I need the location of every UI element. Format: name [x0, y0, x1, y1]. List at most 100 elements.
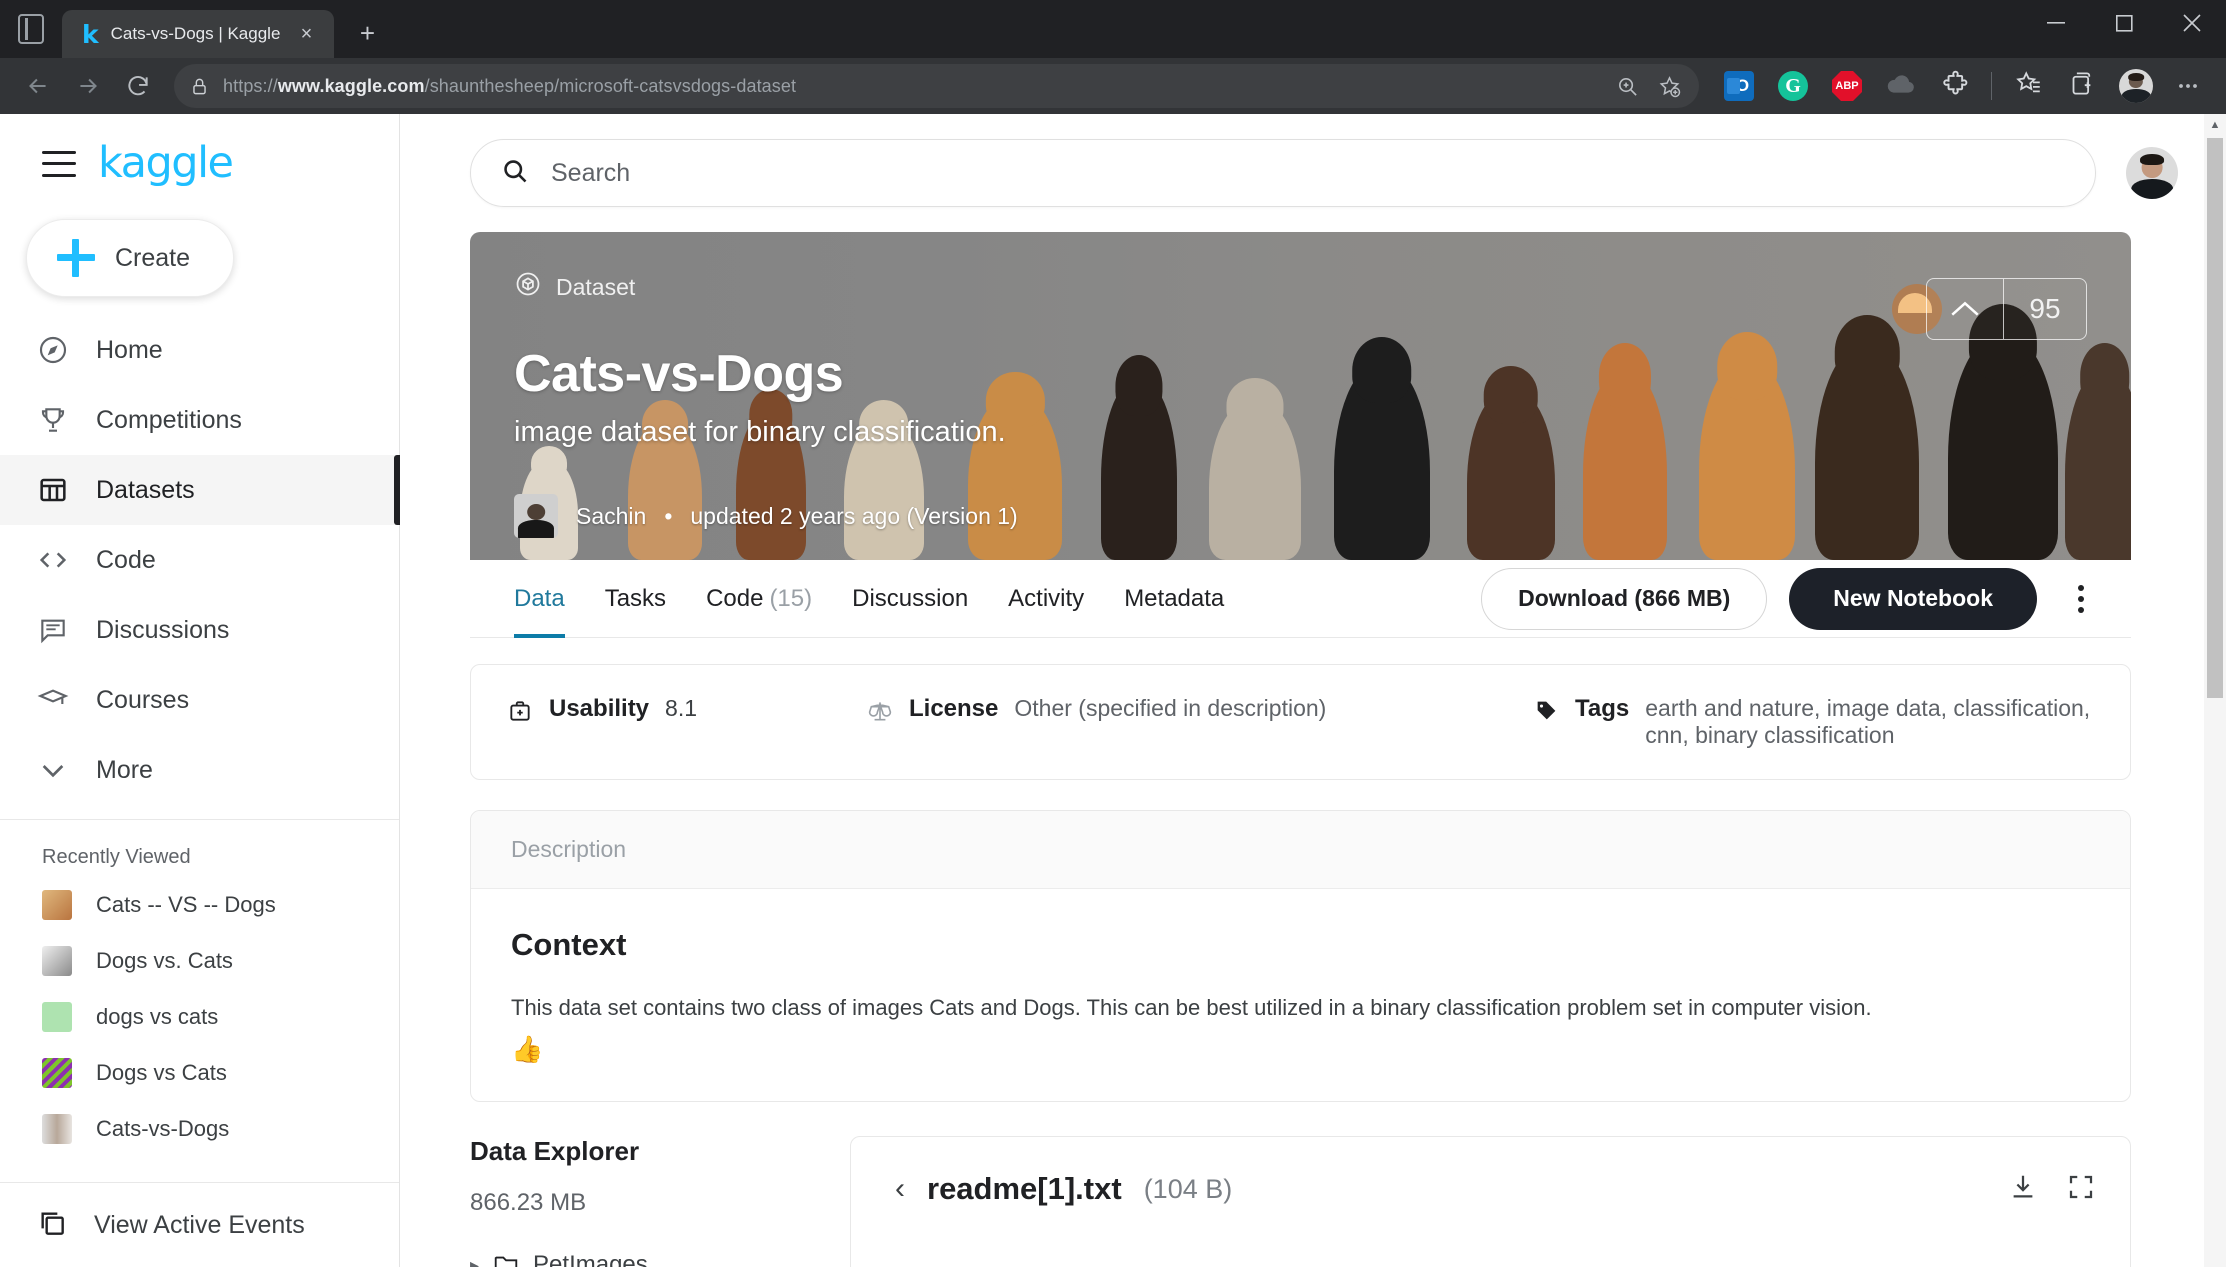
owner-name[interactable]: Sachin — [576, 503, 646, 530]
tab-title: Cats-vs-Dogs | Kaggle — [110, 24, 281, 43]
recent-thumbnail — [42, 1114, 72, 1144]
recent-item-label: Cats-vs-Dogs — [96, 1116, 230, 1141]
tab-tasks[interactable]: Tasks — [605, 560, 666, 638]
sidebar-header: kaggle — [0, 114, 399, 201]
hamburger-menu-icon[interactable] — [42, 150, 76, 177]
address-bar[interactable]: https://www.kaggle.com/shaunthesheep/mic… — [174, 64, 1699, 108]
search-placeholder: Search — [551, 158, 631, 187]
recent-thumbnail — [42, 946, 72, 976]
back-icon[interactable]: ‹ — [895, 1172, 905, 1206]
minimize-button[interactable] — [2022, 0, 2090, 46]
data-explorer-section: Data Explorer 866.23 MB ▸ PetImages ‹ re… — [470, 1136, 2131, 1267]
tab-code[interactable]: Code (15) — [706, 560, 812, 638]
folder-tree-item[interactable]: ▸ PetImages — [470, 1251, 810, 1267]
tags-metric: Tags earth and nature, image data, class… — [1534, 695, 2094, 749]
close-tab-icon[interactable]: × — [292, 20, 320, 48]
scroll-up-arrow-icon[interactable]: ▲ — [2210, 114, 2221, 136]
recent-item[interactable]: Cats -- VS -- Dogs — [0, 877, 399, 933]
grammarly-icon: G — [1778, 71, 1808, 101]
tab-activity[interactable]: Activity — [1008, 560, 1084, 638]
sidebar-item-label: More — [96, 755, 153, 784]
upvote-control[interactable]: 95 — [1925, 278, 2087, 340]
forward-button[interactable] — [64, 62, 112, 110]
sidebar-item-competitions[interactable]: Competitions — [0, 385, 399, 455]
recent-item-label: Cats -- VS -- Dogs — [96, 892, 276, 917]
sidebar-item-home[interactable]: Home — [0, 315, 399, 385]
usability-icon — [507, 698, 533, 729]
lock-icon — [190, 77, 209, 96]
download-file-icon[interactable] — [2008, 1172, 2038, 1207]
browser-profile-button[interactable] — [2110, 62, 2162, 110]
recent-item[interactable]: Dogs vs Cats — [0, 1045, 399, 1101]
download-button[interactable]: Download (866 MB) — [1481, 567, 1768, 630]
sidebar-item-code[interactable]: Code — [0, 525, 399, 595]
add-favorite-icon[interactable] — [1649, 66, 1689, 106]
reload-button[interactable] — [114, 62, 162, 110]
extension-onedrive[interactable] — [1875, 62, 1927, 110]
profile-avatar — [2119, 69, 2153, 103]
search-input[interactable]: Search — [470, 139, 2096, 207]
tab-data[interactable]: Data — [514, 560, 565, 638]
usability-metric: Usability 8.1 — [507, 695, 867, 729]
usability-value: 8.1 — [665, 695, 698, 721]
browser-tabstrip: k Cats-vs-Dogs | Kaggle × + — [0, 0, 2226, 58]
events-stack-icon — [36, 1207, 68, 1244]
sidebar-item-courses[interactable]: Courses — [0, 665, 399, 735]
close-button[interactable] — [2158, 0, 2226, 46]
banner-content: Dataset Cats-vs-Dogs image dataset for b… — [470, 232, 2131, 560]
tags-value[interactable]: earth and nature, image data, classifica… — [1645, 695, 2094, 749]
new-notebook-button[interactable]: New Notebook — [1789, 567, 2037, 630]
kaggle-logo[interactable]: kaggle — [98, 142, 234, 185]
extension-outlook[interactable] — [1713, 62, 1765, 110]
more-options-button[interactable] — [2059, 571, 2103, 627]
scrollbar-thumb[interactable] — [2207, 138, 2223, 698]
data-explorer-panel: Data Explorer 866.23 MB ▸ PetImages — [470, 1136, 810, 1267]
graduation-cap-icon — [36, 683, 70, 717]
zoom-icon[interactable] — [1607, 66, 1647, 106]
sidebar-item-discussions[interactable]: Discussions — [0, 595, 399, 665]
upvote-button[interactable] — [1927, 279, 2003, 339]
recent-thumbnail — [42, 890, 72, 920]
description-heading: Context — [511, 927, 627, 962]
extension-adblock-plus[interactable]: ABP — [1821, 62, 1873, 110]
view-active-events-button[interactable]: View Active Events — [0, 1183, 399, 1267]
chevron-right-icon[interactable]: ▸ — [470, 1255, 479, 1267]
license-label: License — [909, 695, 999, 722]
page-scrollbar[interactable]: ▲ — [2204, 114, 2226, 1267]
recent-item-label: Dogs vs. Cats — [96, 948, 233, 973]
browser-settings-button[interactable] — [2164, 62, 2212, 110]
user-avatar[interactable] — [2126, 147, 2178, 199]
sidebar-item-more[interactable]: More — [0, 735, 399, 805]
recent-item[interactable]: Cats-vs-Dogs — [0, 1101, 399, 1157]
add-to-collections-button[interactable] — [2056, 62, 2108, 110]
recent-item[interactable]: dogs vs cats — [0, 989, 399, 1045]
description-paragraph: This data set contains two class of imag… — [511, 995, 1872, 1020]
new-tab-button[interactable]: + — [344, 10, 390, 56]
recent-item-label: Dogs vs Cats — [96, 1060, 227, 1085]
fullscreen-icon[interactable] — [2066, 1172, 2096, 1207]
create-button[interactable]: Create — [26, 219, 234, 297]
scales-icon — [867, 698, 893, 729]
browser-tab[interactable]: k Cats-vs-Dogs | Kaggle × — [62, 10, 335, 58]
license-value: Other (specified in description) — [1014, 695, 1327, 721]
dataset-type-label: Dataset — [556, 273, 636, 300]
sidebar-item-label: Datasets — [96, 475, 195, 504]
recently-viewed-title: Recently Viewed — [42, 846, 191, 868]
dataset-title: Cats-vs-Dogs — [514, 345, 844, 403]
tab-discussion[interactable]: Discussion — [852, 560, 968, 638]
dataset-actions: Download (866 MB) New Notebook — [1481, 567, 2103, 630]
collections-button[interactable] — [2002, 62, 2054, 110]
recent-item[interactable]: Dogs vs. Cats — [0, 933, 399, 989]
maximize-button[interactable] — [2090, 0, 2158, 46]
extensions-button[interactable] — [1929, 62, 1981, 110]
back-button[interactable] — [14, 62, 62, 110]
owner-avatar[interactable] — [514, 494, 558, 538]
tab-metadata[interactable]: Metadata — [1124, 560, 1224, 638]
tab-actions-button[interactable] — [0, 0, 62, 58]
sidebar-item-datasets[interactable]: Datasets — [0, 455, 400, 525]
extension-grammarly[interactable]: G — [1767, 62, 1819, 110]
puzzle-icon — [1942, 70, 1969, 102]
table-icon — [36, 473, 70, 507]
dataset-meta-card: Usability 8.1 License Other (specified i… — [470, 664, 2131, 780]
file-name: readme[1].txt — [927, 1171, 1122, 1206]
